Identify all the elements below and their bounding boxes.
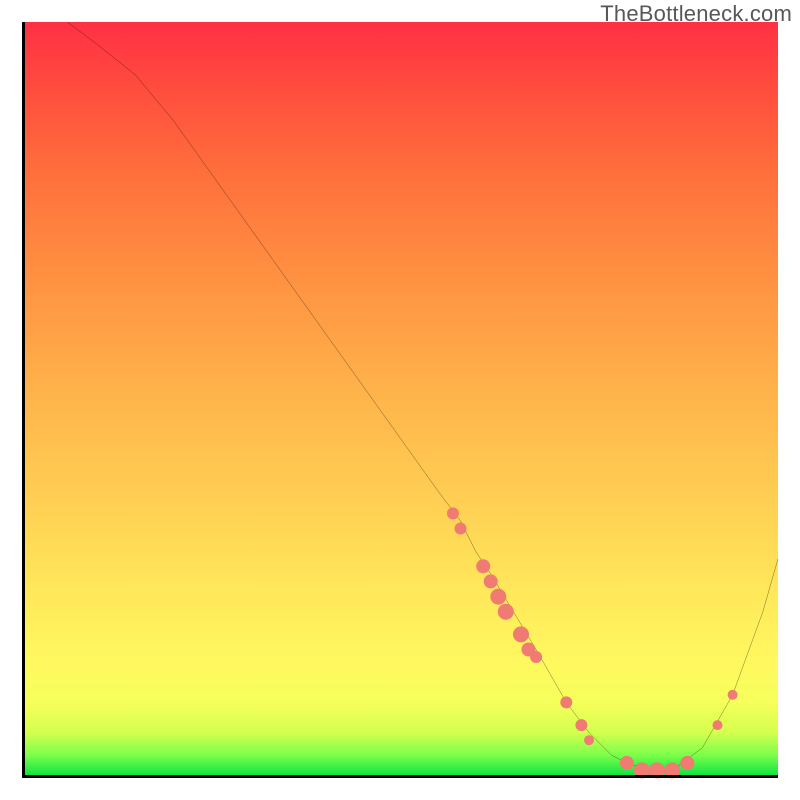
data-point — [713, 720, 723, 730]
data-point — [664, 762, 680, 778]
data-point — [484, 574, 498, 588]
data-point — [649, 762, 665, 778]
data-point — [530, 651, 542, 663]
data-point — [634, 762, 650, 778]
data-point — [447, 507, 459, 519]
chart-container: TheBottleneck.com — [0, 0, 800, 800]
data-point — [728, 690, 738, 700]
data-point — [584, 735, 594, 745]
points-layer — [22, 22, 778, 778]
data-point — [560, 696, 572, 708]
data-point — [513, 626, 529, 642]
data-point — [498, 604, 514, 620]
data-point — [620, 756, 634, 770]
data-point — [680, 756, 694, 770]
data-point — [455, 523, 467, 535]
data-point — [575, 719, 587, 731]
plot-area — [22, 22, 778, 778]
data-point — [476, 559, 490, 573]
data-point — [490, 589, 506, 605]
